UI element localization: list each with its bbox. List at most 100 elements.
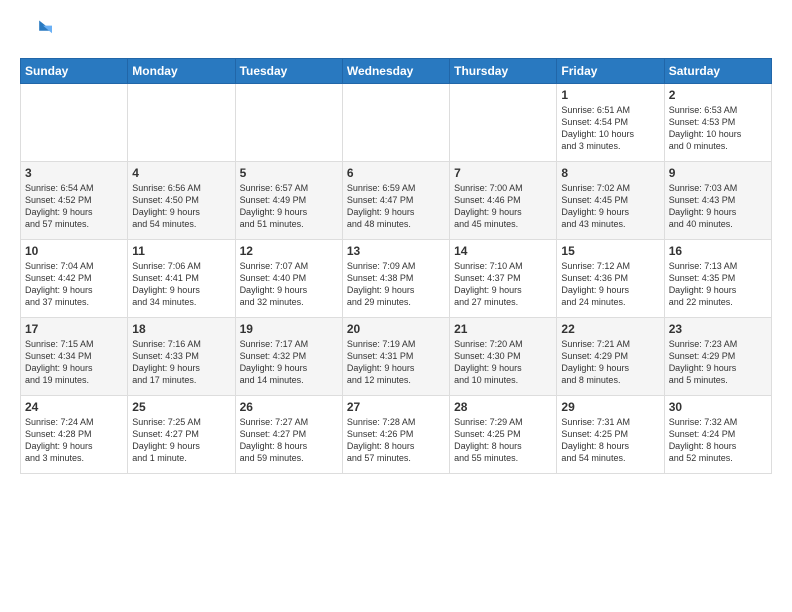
day-number: 4 [132, 166, 230, 180]
day-number: 24 [25, 400, 123, 414]
day-number: 20 [347, 322, 445, 336]
day-info: Sunrise: 7:29 AM Sunset: 4:25 PM Dayligh… [454, 416, 552, 465]
calendar-cell: 1 Sunrise: 6:51 AM Sunset: 4:54 PM Daylig… [557, 84, 664, 162]
day-header-sunday: Sunday [21, 59, 128, 84]
day-info: Sunrise: 7:06 AM Sunset: 4:41 PM Dayligh… [132, 260, 230, 309]
day-info: Sunrise: 7:03 AM Sunset: 4:43 PM Dayligh… [669, 182, 767, 231]
calendar-cell: 19Sunrise: 7:17 AM Sunset: 4:32 PM Dayli… [235, 318, 342, 396]
calendar-cell: 20 Sunrise: 7:19 AM Sunset: 4:31 PM Dayli… [342, 318, 449, 396]
day-header-thursday: Thursday [450, 59, 557, 84]
day-number: 10 [25, 244, 123, 258]
calendar-cell [128, 84, 235, 162]
day-number: 27 [347, 400, 445, 414]
calendar-week-2: 10Sunrise: 7:04 AM Sunset: 4:42 PM Dayli… [21, 240, 772, 318]
calendar-cell: 16Sunrise: 7:13 AM Sunset: 4:35 PM Dayli… [664, 240, 771, 318]
day-header-tuesday: Tuesday [235, 59, 342, 84]
day-number: 21 [454, 322, 552, 336]
calendar-cell: 28 Sunrise: 7:29 AM Sunset: 4:25 PM Dayli… [450, 396, 557, 474]
day-number: 26 [240, 400, 338, 414]
calendar-cell: 23 Sunrise: 7:23 AM Sunset: 4:29 PM Dayli… [664, 318, 771, 396]
calendar-cell: 6Sunrise: 6:59 AM Sunset: 4:47 PM Daylig… [342, 162, 449, 240]
logo-icon [20, 16, 52, 48]
calendar-week-0: 1 Sunrise: 6:51 AM Sunset: 4:54 PM Daylig… [21, 84, 772, 162]
calendar-cell: 25Sunrise: 7:25 AM Sunset: 4:27 PM Dayli… [128, 396, 235, 474]
calendar-cell: 12 Sunrise: 7:07 AM Sunset: 4:40 PM Dayli… [235, 240, 342, 318]
calendar-cell: 27 Sunrise: 7:28 AM Sunset: 4:26 PM Dayli… [342, 396, 449, 474]
day-number: 7 [454, 166, 552, 180]
calendar-cell: 4 Sunrise: 6:56 AM Sunset: 4:50 PM Daylig… [128, 162, 235, 240]
calendar-cell: 13 Sunrise: 7:09 AM Sunset: 4:38 PM Dayli… [342, 240, 449, 318]
day-info: Sunrise: 6:57 AM Sunset: 4:49 PM Dayligh… [240, 182, 338, 231]
calendar-cell: 2 Sunrise: 6:53 AM Sunset: 4:53 PM Daylig… [664, 84, 771, 162]
calendar-cell [235, 84, 342, 162]
calendar-cell: 3 Sunrise: 6:54 AM Sunset: 4:52 PM Daylig… [21, 162, 128, 240]
calendar-week-3: 17 Sunrise: 7:15 AM Sunset: 4:34 PM Dayli… [21, 318, 772, 396]
day-number: 12 [240, 244, 338, 258]
day-number: 1 [561, 88, 659, 102]
calendar-cell: 26 Sunrise: 7:27 AM Sunset: 4:27 PM Dayli… [235, 396, 342, 474]
day-info: Sunrise: 7:15 AM Sunset: 4:34 PM Dayligh… [25, 338, 123, 387]
day-number: 11 [132, 244, 230, 258]
calendar-cell: 15 Sunrise: 7:12 AM Sunset: 4:36 PM Dayli… [557, 240, 664, 318]
day-number: 18 [132, 322, 230, 336]
day-number: 29 [561, 400, 659, 414]
day-number: 9 [669, 166, 767, 180]
day-info: Sunrise: 7:24 AM Sunset: 4:28 PM Dayligh… [25, 416, 123, 465]
day-number: 17 [25, 322, 123, 336]
day-info: Sunrise: 7:02 AM Sunset: 4:45 PM Dayligh… [561, 182, 659, 231]
day-info: Sunrise: 7:28 AM Sunset: 4:26 PM Dayligh… [347, 416, 445, 465]
calendar-cell [21, 84, 128, 162]
calendar-cell: 7 Sunrise: 7:00 AM Sunset: 4:46 PM Daylig… [450, 162, 557, 240]
day-info: Sunrise: 7:32 AM Sunset: 4:24 PM Dayligh… [669, 416, 767, 465]
calendar-cell: 21 Sunrise: 7:20 AM Sunset: 4:30 PM Dayli… [450, 318, 557, 396]
calendar-cell: 18 Sunrise: 7:16 AM Sunset: 4:33 PM Dayli… [128, 318, 235, 396]
day-number: 19 [240, 322, 338, 336]
day-number: 28 [454, 400, 552, 414]
day-info: Sunrise: 7:23 AM Sunset: 4:29 PM Dayligh… [669, 338, 767, 387]
calendar-week-4: 24 Sunrise: 7:24 AM Sunset: 4:28 PM Dayli… [21, 396, 772, 474]
day-info: Sunrise: 7:13 AM Sunset: 4:35 PM Dayligh… [669, 260, 767, 309]
day-number: 8 [561, 166, 659, 180]
calendar-cell: 11 Sunrise: 7:06 AM Sunset: 4:41 PM Dayli… [128, 240, 235, 318]
day-info: Sunrise: 6:54 AM Sunset: 4:52 PM Dayligh… [25, 182, 123, 231]
day-info: Sunrise: 6:51 AM Sunset: 4:54 PM Dayligh… [561, 104, 659, 153]
calendar-cell: 14 Sunrise: 7:10 AM Sunset: 4:37 PM Dayli… [450, 240, 557, 318]
day-number: 22 [561, 322, 659, 336]
calendar-cell: 17 Sunrise: 7:15 AM Sunset: 4:34 PM Dayli… [21, 318, 128, 396]
day-info: Sunrise: 7:27 AM Sunset: 4:27 PM Dayligh… [240, 416, 338, 465]
calendar-cell [342, 84, 449, 162]
calendar-cell: 24 Sunrise: 7:24 AM Sunset: 4:28 PM Dayli… [21, 396, 128, 474]
day-info: Sunrise: 7:00 AM Sunset: 4:46 PM Dayligh… [454, 182, 552, 231]
calendar-cell: 30 Sunrise: 7:32 AM Sunset: 4:24 PM Dayli… [664, 396, 771, 474]
day-number: 3 [25, 166, 123, 180]
day-info: Sunrise: 6:53 AM Sunset: 4:53 PM Dayligh… [669, 104, 767, 153]
day-number: 6 [347, 166, 445, 180]
day-info: Sunrise: 7:07 AM Sunset: 4:40 PM Dayligh… [240, 260, 338, 309]
calendar-week-1: 3 Sunrise: 6:54 AM Sunset: 4:52 PM Daylig… [21, 162, 772, 240]
day-number: 23 [669, 322, 767, 336]
day-info: Sunrise: 7:25 AM Sunset: 4:27 PM Dayligh… [132, 416, 230, 465]
day-number: 13 [347, 244, 445, 258]
day-number: 5 [240, 166, 338, 180]
calendar-cell: 5 Sunrise: 6:57 AM Sunset: 4:49 PM Daylig… [235, 162, 342, 240]
calendar-cell: 8 Sunrise: 7:02 AM Sunset: 4:45 PM Daylig… [557, 162, 664, 240]
day-number: 2 [669, 88, 767, 102]
day-info: Sunrise: 7:09 AM Sunset: 4:38 PM Dayligh… [347, 260, 445, 309]
day-info: Sunrise: 6:56 AM Sunset: 4:50 PM Dayligh… [132, 182, 230, 231]
day-header-saturday: Saturday [664, 59, 771, 84]
day-number: 14 [454, 244, 552, 258]
calendar-table: SundayMondayTuesdayWednesdayThursdayFrid… [20, 58, 772, 474]
day-number: 15 [561, 244, 659, 258]
calendar-cell: 10Sunrise: 7:04 AM Sunset: 4:42 PM Dayli… [21, 240, 128, 318]
logo [20, 16, 56, 48]
day-header-wednesday: Wednesday [342, 59, 449, 84]
day-info: Sunrise: 7:12 AM Sunset: 4:36 PM Dayligh… [561, 260, 659, 309]
day-info: Sunrise: 7:21 AM Sunset: 4:29 PM Dayligh… [561, 338, 659, 387]
day-number: 30 [669, 400, 767, 414]
day-info: Sunrise: 7:10 AM Sunset: 4:37 PM Dayligh… [454, 260, 552, 309]
calendar-cell: 29Sunrise: 7:31 AM Sunset: 4:25 PM Dayli… [557, 396, 664, 474]
day-info: Sunrise: 7:20 AM Sunset: 4:30 PM Dayligh… [454, 338, 552, 387]
day-info: Sunrise: 7:19 AM Sunset: 4:31 PM Dayligh… [347, 338, 445, 387]
day-info: Sunrise: 7:16 AM Sunset: 4:33 PM Dayligh… [132, 338, 230, 387]
calendar-cell [450, 84, 557, 162]
